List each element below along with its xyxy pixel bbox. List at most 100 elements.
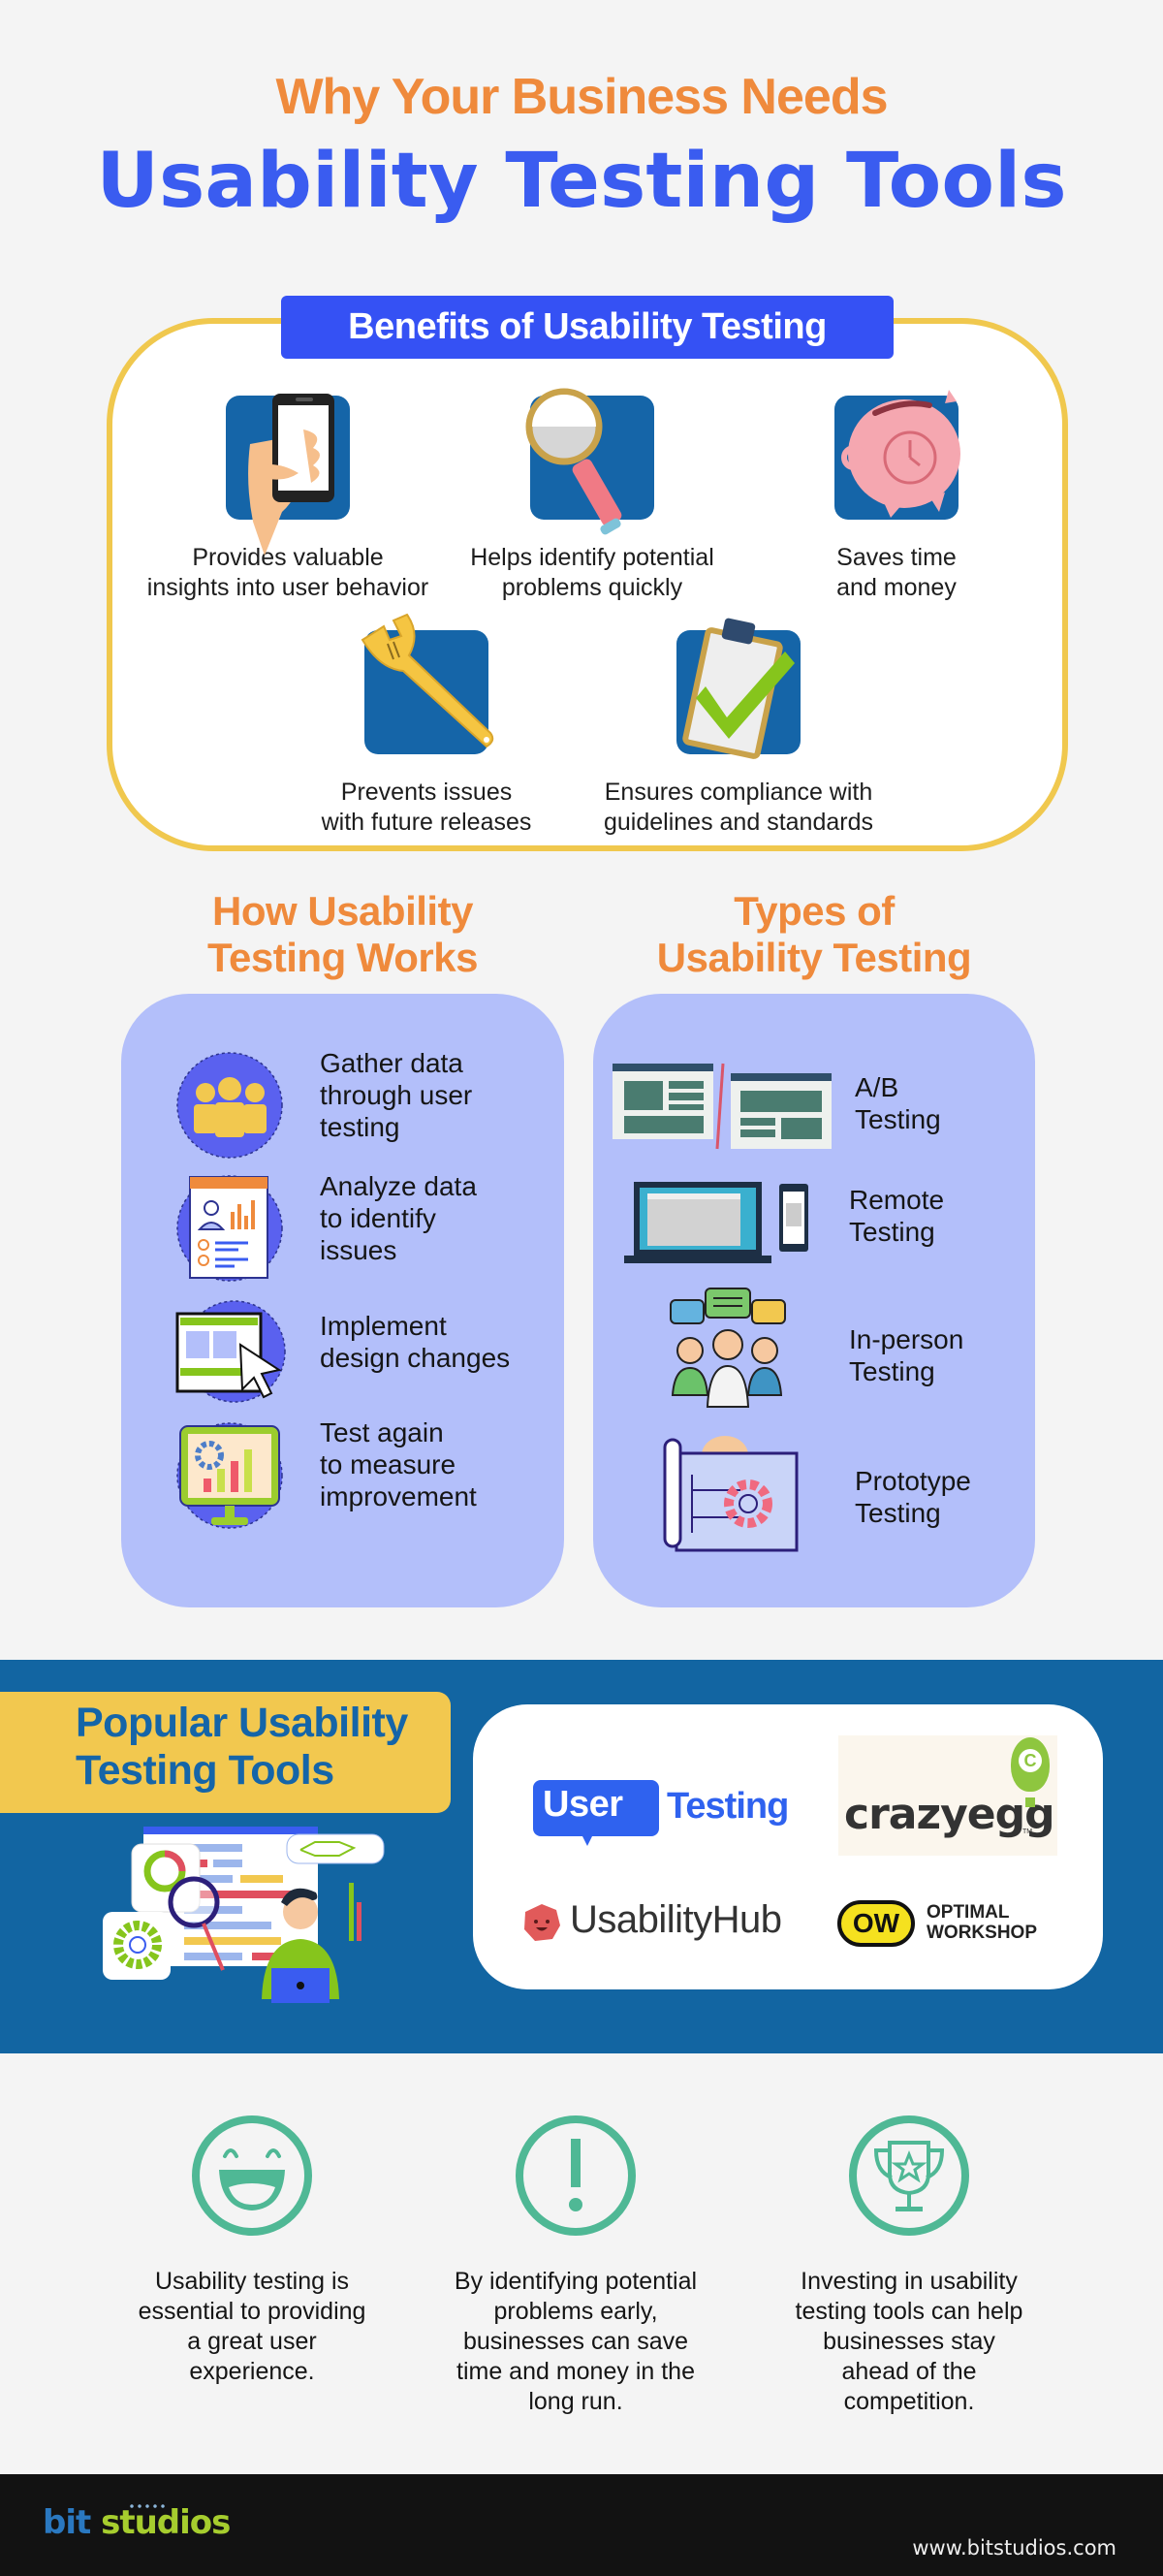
hand-holding-phone-icon (226, 394, 350, 556)
crazyegg-logo[interactable]: crazyegg TM C (838, 1735, 1057, 1856)
logo-bubble-tail (580, 1830, 595, 1846)
magnifying-glass-icon (525, 388, 654, 535)
brand-logo[interactable]: bit studios (43, 2503, 231, 2542)
benefit-item: Saves time and money (737, 390, 1056, 603)
tools-logo-card: User Testing crazyegg TM C UsabilityHub … (473, 1704, 1103, 1989)
how-it-works-heading: How Usability Testing Works (121, 888, 564, 981)
benefit-item: Ensures compliance with guidelines and st… (579, 618, 898, 838)
heading-line: Testing Tools (76, 1747, 334, 1794)
point-text: Investing in usability (801, 2268, 1018, 2295)
type-text: A/B (855, 1072, 899, 1102)
smiley-face-icon (192, 2115, 312, 2236)
point-text: businesses can save (462, 2328, 689, 2355)
brand-text-bit: bit (43, 2503, 91, 2542)
usabilityhub-mascot-icon (524, 1904, 560, 1941)
people-chat-icon (670, 1288, 786, 1408)
logo-text: User (543, 1784, 623, 1825)
ab-layout-icon (613, 1063, 832, 1150)
step-text: testing (320, 1112, 400, 1142)
logo-text: UsabilityHub (570, 1898, 782, 1941)
type-text: Testing (849, 1217, 935, 1247)
heading-line: How Usability (212, 888, 473, 934)
monitor-chart-gear-icon (176, 1422, 283, 1529)
step-text: to identify (320, 1203, 436, 1233)
point-text: By identifying potential (454, 2268, 698, 2295)
wrench-icon (361, 613, 494, 754)
optimal-workshop-logo[interactable]: OW OPTIMAL WORKSHOP (837, 1894, 1060, 1953)
benefit-text: insights into user behavior (146, 574, 429, 601)
how-it-works-panel: Gather data through user testing Analyze… (121, 994, 564, 1607)
benefit-text: problems quickly (501, 574, 683, 601)
type-item: A/B Testing (593, 1062, 1036, 1188)
step-text: to measure (320, 1449, 456, 1479)
type-text: Testing (849, 1356, 935, 1386)
laptop-phone-icon (624, 1182, 808, 1263)
logo-text: Testing (667, 1786, 789, 1827)
benefit-text: Ensures compliance with (604, 779, 873, 806)
balloon-basket (1025, 1797, 1035, 1807)
benefit-text: with future releases (321, 809, 532, 836)
logo-text: WORKSHOP (927, 1923, 1037, 1943)
heading-line: Usability Testing (656, 935, 972, 980)
point-text: a great user (187, 2328, 317, 2355)
website-link[interactable]: www.bitstudios.com (912, 2536, 1116, 2560)
blueprint-gear-icon (663, 1436, 799, 1552)
logo-text: OPTIMAL (927, 1902, 1010, 1923)
types-heading: Types of Usability Testing (593, 888, 1035, 981)
title-line-1: Why Your Business Needs (275, 69, 888, 125)
point-text: long run. (528, 2388, 623, 2415)
benefit-text: Provides valuable (192, 544, 384, 571)
type-text: Remote (849, 1185, 945, 1215)
point-text: Usability testing is (154, 2268, 350, 2295)
point-text: competition. (843, 2388, 975, 2415)
step-text: Analyze data (320, 1171, 477, 1201)
exclamation-circle-icon (516, 2115, 636, 2236)
benefit-item: Helps identify potential problems quickly (432, 388, 752, 603)
point-item: Investing in usability testing tools can… (754, 2114, 1064, 2417)
benefit-text: guidelines and standards (604, 809, 873, 836)
point-item: By identifying potential problems early,… (421, 2114, 731, 2417)
balloon-letter: C (1019, 1749, 1042, 1772)
type-item: In-person Testing (593, 1285, 1036, 1411)
piggy-bank-clock-icon (834, 390, 960, 520)
step-text: issues (320, 1235, 397, 1265)
point-item: Usability testing is essential to provid… (97, 2114, 407, 2387)
point-text: problems early, (493, 2298, 658, 2325)
heading-line: Testing Works (207, 935, 479, 980)
step-item: Implement design changes (121, 1296, 564, 1413)
design-cursor-icon (175, 1300, 286, 1403)
clipboard-check-icon (676, 618, 801, 759)
type-text: Testing (855, 1104, 941, 1134)
benefit-text: Helps identify potential (470, 544, 714, 571)
trophy-icon (849, 2115, 969, 2236)
brand-text-studios: studios (101, 2503, 231, 2542)
benefit-text: and money (836, 574, 957, 601)
types-panel: A/B Testing Remote Testing In-person Tes… (593, 994, 1035, 1607)
page-title: Usability Testing Tools (96, 138, 1067, 225)
brand-dots-icon (128, 2503, 167, 2509)
step-text: design changes (320, 1343, 511, 1373)
step-item: Analyze data to identify issues (121, 1171, 564, 1289)
type-text: Testing (855, 1498, 941, 1528)
point-text: experience. (189, 2358, 315, 2385)
benefit-text: Prevents issues (340, 779, 513, 806)
analytics-illustration-icon (103, 1827, 385, 2003)
usabilityhub-logo[interactable]: UsabilityHub (521, 1891, 802, 1949)
point-text: businesses stay (823, 2328, 995, 2355)
step-item: Gather data through user testing (121, 1048, 564, 1166)
type-text: In-person (849, 1324, 964, 1354)
tools-heading: Popular Usability Testing Tools (76, 1700, 408, 1795)
ow-badge: OW (837, 1900, 915, 1947)
step-text: improvement (320, 1481, 477, 1511)
point-text: ahead of the (841, 2358, 977, 2385)
benefit-item: Prevents issues with future releases (267, 613, 586, 838)
type-item: Prototype Testing (593, 1436, 1036, 1562)
step-item: Test again to measure improvement (121, 1417, 564, 1537)
heading-line: Popular Usability (76, 1700, 408, 1746)
benefits-heading: Benefits of Usability Testing (281, 296, 894, 359)
step-text: through user (320, 1080, 473, 1110)
benefit-text: Saves time (836, 544, 957, 571)
usertesting-logo[interactable]: User Testing (533, 1774, 795, 1846)
point-text: essential to providing (138, 2298, 366, 2325)
report-analysis-icon (176, 1175, 283, 1282)
